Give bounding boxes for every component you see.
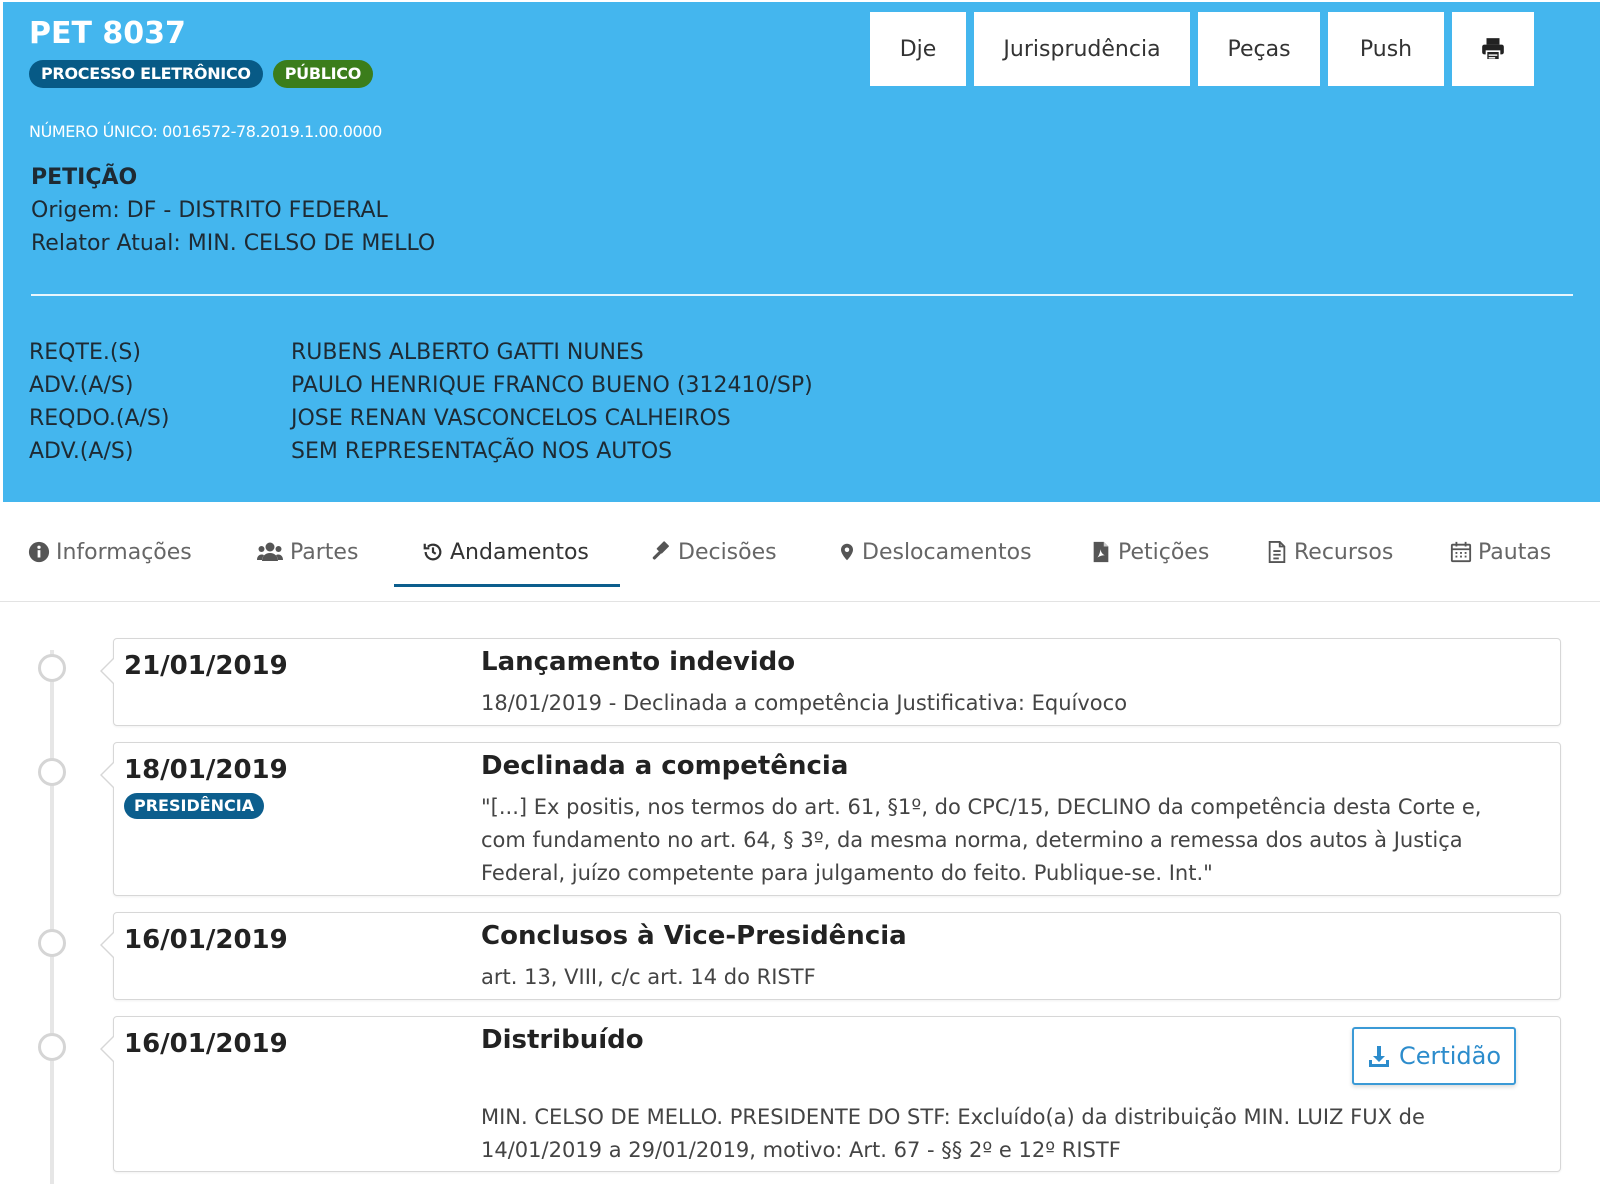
andamento-date: 18/01/2019 bbox=[124, 755, 288, 785]
timeline-dot bbox=[38, 1033, 66, 1061]
andamento-description: 18/01/2019 - Declinada a competência Jus… bbox=[481, 691, 1128, 715]
calendar-icon bbox=[1450, 541, 1472, 563]
file-pdf-icon bbox=[1093, 541, 1109, 563]
andamento-description: "[...] Ex positis, nos termos do art. 61… bbox=[481, 795, 1482, 885]
tab-label: Deslocamentos bbox=[862, 539, 1032, 565]
gavel-icon bbox=[652, 541, 669, 560]
andamento-item: 16/01/2019 Conclusos à Vice-Presidência … bbox=[100, 912, 1561, 1000]
timeline-line bbox=[50, 650, 54, 1184]
party-row: ADV.(A/S) SEM REPRESENTAÇÃO NOS AUTOS bbox=[29, 435, 813, 468]
certidao-label: Certidão bbox=[1398, 1042, 1502, 1070]
tab-label: Pautas bbox=[1478, 539, 1552, 565]
tab-informacoes[interactable]: Informações bbox=[28, 532, 192, 572]
print-icon bbox=[1482, 38, 1504, 61]
tab-label: Andamentos bbox=[450, 539, 589, 565]
party-role: REQDO.(A/S) bbox=[29, 406, 170, 431]
tab-peticoes[interactable]: Petições bbox=[1090, 532, 1209, 572]
header-divider bbox=[31, 294, 1573, 296]
header-toolbar: Dje Jurisprudência Peças Push bbox=[870, 12, 1534, 86]
users-icon bbox=[257, 542, 283, 561]
history-icon bbox=[423, 543, 442, 561]
case-badges: PROCESSO ELETRÔNICO PÚBLICO bbox=[29, 60, 374, 88]
party-name: PAULO HENRIQUE FRANCO BUENO (312410/SP) bbox=[291, 373, 813, 398]
party-name: JOSE RENAN VASCONCELOS CALHEIROS bbox=[291, 406, 731, 431]
andamento-description: MIN. CELSO DE MELLO. PRESIDENTE DO STF: … bbox=[481, 1105, 1425, 1162]
andamento-item: 21/01/2019 Lançamento indevido 18/01/201… bbox=[100, 638, 1561, 726]
tab-label: Informações bbox=[56, 539, 192, 565]
tab-deslocamentos[interactable]: Deslocamentos bbox=[838, 532, 1032, 572]
andamento-date: 21/01/2019 bbox=[124, 651, 288, 681]
case-relator: Relator Atual: MIN. CELSO DE MELLO bbox=[31, 231, 436, 256]
party-role: ADV.(A/S) bbox=[29, 373, 134, 398]
party-name: SEM REPRESENTAÇÃO NOS AUTOS bbox=[291, 439, 673, 464]
map-marker-icon bbox=[841, 543, 853, 561]
andamento-description: art. 13, VIII, c/c art. 14 do RISTF bbox=[481, 965, 816, 989]
andamento-date: 16/01/2019 bbox=[124, 925, 288, 955]
andamento-date: 16/01/2019 bbox=[124, 1029, 288, 1059]
dje-button[interactable]: Dje bbox=[870, 12, 966, 86]
case-info: PETIÇÃO Origem: DF - DISTRITO FEDERAL Re… bbox=[31, 162, 435, 260]
push-button[interactable]: Push bbox=[1328, 12, 1444, 86]
tab-decisoes[interactable]: Decisões bbox=[650, 532, 777, 572]
andamento-item: 16/01/2019 Distribuído Certidão MIN. CEL… bbox=[100, 1016, 1561, 1172]
active-tab-indicator bbox=[394, 584, 620, 587]
info-icon bbox=[28, 541, 50, 563]
party-row: REQDO.(A/S) JOSE RENAN VASCONCELOS CALHE… bbox=[29, 402, 813, 435]
party-role: REQTE.(S) bbox=[29, 340, 141, 365]
andamento-item: 18/01/2019 PRESIDÊNCIA Declinada a compe… bbox=[100, 742, 1561, 896]
print-button[interactable] bbox=[1452, 12, 1534, 86]
tab-label: Petições bbox=[1118, 539, 1210, 565]
badge-presidencia: PRESIDÊNCIA bbox=[124, 793, 265, 819]
timeline-dot bbox=[38, 654, 66, 682]
badge-processo-eletronico: PROCESSO ELETRÔNICO bbox=[29, 60, 263, 88]
badge-publico: PÚBLICO bbox=[272, 60, 374, 88]
tab-label: Decisões bbox=[678, 539, 777, 565]
tab-andamentos[interactable]: Andamentos bbox=[422, 532, 589, 572]
file-text-icon bbox=[1268, 541, 1286, 563]
case-title: PET 8037 bbox=[29, 16, 186, 51]
andamento-title: Lançamento indevido bbox=[481, 647, 796, 677]
party-row: REQTE.(S) RUBENS ALBERTO GATTI NUNES bbox=[29, 336, 813, 369]
andamento-title: Distribuído bbox=[481, 1025, 644, 1055]
pecas-button[interactable]: Peças bbox=[1198, 12, 1320, 86]
timeline-dot bbox=[38, 758, 66, 786]
tab-pautas[interactable]: Pautas bbox=[1450, 532, 1551, 572]
case-origem: Origem: DF - DISTRITO FEDERAL bbox=[31, 198, 388, 223]
jurisprudencia-button[interactable]: Jurisprudência bbox=[974, 12, 1190, 86]
parties-list: REQTE.(S) RUBENS ALBERTO GATTI NUNES ADV… bbox=[29, 336, 813, 468]
certidao-button[interactable]: Certidão bbox=[1352, 1027, 1516, 1085]
andamento-title: Declinada a competência bbox=[481, 751, 849, 781]
party-role: ADV.(A/S) bbox=[29, 439, 134, 464]
download-icon bbox=[1368, 1046, 1389, 1067]
tabs-bar: Informações Partes Andamentos Decisões D… bbox=[0, 502, 1600, 602]
andamento-title: Conclusos à Vice-Presidência bbox=[481, 921, 907, 951]
tab-partes[interactable]: Partes bbox=[256, 532, 358, 572]
party-row: ADV.(A/S) PAULO HENRIQUE FRANCO BUENO (3… bbox=[29, 369, 813, 402]
tab-recursos[interactable]: Recursos bbox=[1266, 532, 1393, 572]
party-name: RUBENS ALBERTO GATTI NUNES bbox=[291, 340, 644, 365]
numero-unico: NÚMERO ÚNICO: 0016572-78.2019.1.00.0000 bbox=[29, 122, 382, 141]
case-header: PET 8037 PROCESSO ELETRÔNICO PÚBLICO NÚM… bbox=[3, 2, 1600, 502]
tab-label: Partes bbox=[290, 539, 359, 565]
tab-label: Recursos bbox=[1294, 539, 1394, 565]
case-class: PETIÇÃO bbox=[31, 165, 138, 190]
timeline-dot bbox=[38, 929, 66, 957]
